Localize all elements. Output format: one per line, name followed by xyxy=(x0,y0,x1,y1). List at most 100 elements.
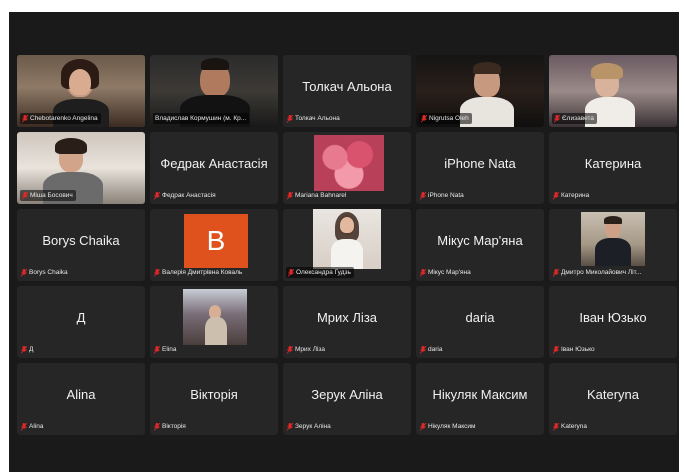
participant-tile[interactable]: Зерук Аліна Зерук Аліна xyxy=(283,363,411,435)
participant-display-name: Вікторія xyxy=(190,387,238,402)
participant-name: Федрак Анастасія xyxy=(162,192,216,199)
participant-tile[interactable]: Олександра Гудзь xyxy=(283,209,411,281)
mic-muted-icon xyxy=(287,422,293,431)
participant-name: Катерина xyxy=(561,192,590,199)
mic-muted-icon xyxy=(154,268,160,277)
participant-display-name: Федрак Анастасія xyxy=(160,156,268,171)
mic-muted-icon xyxy=(421,114,427,123)
participant-name-tag: Дмитро Миколайович Літ... xyxy=(552,267,644,278)
participant-name-tag: Elina xyxy=(153,344,179,355)
participant-name-tag: Зерук Аліна xyxy=(286,421,334,432)
participant-name: Олександра Гудзь xyxy=(296,269,351,276)
avatar-initial: B xyxy=(184,214,248,268)
participant-name-tag: daria xyxy=(419,344,445,355)
participant-tile[interactable]: Нікуляк Максим Нікуляк Максим xyxy=(416,363,544,435)
participant-name-tag: Єлизавета xyxy=(552,113,597,124)
participant-tile[interactable]: Федрак Анастасія Федрак Анастасія xyxy=(150,132,278,204)
mic-muted-icon xyxy=(420,268,426,277)
participant-tile[interactable]: Alina Alina xyxy=(17,363,145,435)
participant-name: Єлизавета xyxy=(562,115,594,122)
participant-tile[interactable]: Мрих Ліза Мрих Ліза xyxy=(283,286,411,358)
participant-name: Nigrutsa Oleh xyxy=(429,115,469,122)
participant-name: Д xyxy=(29,346,34,353)
participant-display-name: Іван Юзько xyxy=(579,310,647,325)
participant-tile[interactable]: Толкач Альона Толкач Альона xyxy=(283,55,411,127)
mic-muted-icon xyxy=(553,345,559,354)
profile-photo xyxy=(183,289,247,345)
participant-display-name: Kateryna xyxy=(586,387,640,402)
participant-tile[interactable]: Вікторія Вікторія xyxy=(150,363,278,435)
participant-name-tag: Chebotarenko Angelina xyxy=(20,113,101,124)
mic-muted-icon xyxy=(154,191,160,200)
participant-name-tag: Федрак Анастасія xyxy=(153,190,219,201)
participant-name-tag: Нікуляк Максим xyxy=(419,421,479,432)
participant-display-name: Нікуляк Максим xyxy=(432,387,528,402)
participant-name-tag: Д xyxy=(20,344,36,355)
participant-name: Elina xyxy=(162,346,177,353)
mic-muted-icon xyxy=(21,345,27,354)
mic-muted-icon xyxy=(420,345,426,354)
mic-muted-icon xyxy=(553,191,559,200)
meeting-window: Chebotarenko Angelina Владислав Кормушин… xyxy=(9,12,679,472)
participant-tile[interactable]: Д Д xyxy=(17,286,145,358)
participant-display-name: Зерук Аліна xyxy=(311,387,383,402)
mic-muted-icon xyxy=(154,345,160,354)
participant-name: Alina xyxy=(29,423,44,430)
participant-tile[interactable]: Міша Босович xyxy=(17,132,145,204)
participant-name: Мікус Мар'яна xyxy=(428,269,471,276)
participant-name: Chebotarenko Angelina xyxy=(30,115,98,122)
participant-tile[interactable]: Іван Юзько Іван Юзько xyxy=(549,286,677,358)
participant-tile[interactable]: Єлизавета xyxy=(549,55,677,127)
participant-name-tag: iPhone Nata xyxy=(419,190,467,201)
participant-name-tag: Валерія Дмитрівна Коваль xyxy=(153,267,245,278)
participant-name-tag: Олександра Гудзь xyxy=(286,267,354,278)
participant-tile[interactable]: Kateryna Kateryna xyxy=(549,363,677,435)
participant-tile[interactable]: iPhone Nata iPhone Nata xyxy=(416,132,544,204)
mic-muted-icon xyxy=(22,114,28,123)
participant-name: Нікуляк Максим xyxy=(428,423,476,430)
participant-name: Толкач Альона xyxy=(295,115,340,122)
participant-name: Мрих Ліза xyxy=(295,346,326,353)
participant-name-tag: Alina xyxy=(20,421,46,432)
participant-tile[interactable]: Владислав Кормушин (м. Кр... xyxy=(150,55,278,127)
participant-name-tag: Borys Chaika xyxy=(20,267,71,278)
participant-name-tag: Мікус Мар'яна xyxy=(419,267,474,278)
participant-tile[interactable]: Borys Chaika Borys Chaika xyxy=(17,209,145,281)
participant-tile[interactable]: Дмитро Миколайович Літ... xyxy=(549,209,677,281)
gallery-grid: Chebotarenko Angelina Владислав Кормушин… xyxy=(17,55,677,435)
participant-name: Владислав Кормушин (м. Кр... xyxy=(155,115,247,122)
profile-photo xyxy=(581,212,645,266)
participant-name-tag: Іван Юзько xyxy=(552,344,598,355)
participant-name: daria xyxy=(428,346,443,353)
participant-name: Borys Chaika xyxy=(29,269,68,276)
participant-tile[interactable]: daria daria xyxy=(416,286,544,358)
mic-muted-icon xyxy=(553,422,559,431)
mic-muted-icon xyxy=(287,345,293,354)
participant-tile[interactable]: Катерина Катерина xyxy=(549,132,677,204)
participant-name-tag: Катерина xyxy=(552,190,592,201)
profile-photo xyxy=(313,209,381,269)
participant-tile[interactable]: Nigrutsa Oleh xyxy=(416,55,544,127)
participant-tile[interactable]: Chebotarenko Angelina xyxy=(17,55,145,127)
participant-tile[interactable]: Elina xyxy=(150,286,278,358)
mic-muted-icon xyxy=(420,191,426,200)
participant-display-name: daria xyxy=(465,310,495,325)
participant-display-name: iPhone Nata xyxy=(444,156,516,171)
profile-photo xyxy=(314,135,384,191)
participant-display-name: Катерина xyxy=(584,156,642,171)
mic-muted-icon xyxy=(420,422,426,431)
mic-muted-icon xyxy=(22,191,28,200)
participant-name-tag: Мрих Ліза xyxy=(286,344,328,355)
participant-name: Зерук Аліна xyxy=(295,423,331,430)
participant-display-name: Мікус Мар'яна xyxy=(437,233,523,248)
mic-muted-icon xyxy=(554,114,560,123)
participant-display-name: Мрих Ліза xyxy=(316,310,378,325)
participant-name: Іван Юзько xyxy=(561,346,595,353)
participant-tile[interactable]: Мікус Мар'яна Мікус Мар'яна xyxy=(416,209,544,281)
participant-name-tag: Mariana Bahnarel xyxy=(286,190,349,201)
participant-tile[interactable]: B Валерія Дмитрівна Коваль xyxy=(150,209,278,281)
mic-muted-icon xyxy=(21,268,27,277)
participant-name-tag: Nigrutsa Oleh xyxy=(419,113,472,124)
participant-tile[interactable]: Mariana Bahnarel xyxy=(283,132,411,204)
participant-name: Міша Босович xyxy=(30,192,73,199)
